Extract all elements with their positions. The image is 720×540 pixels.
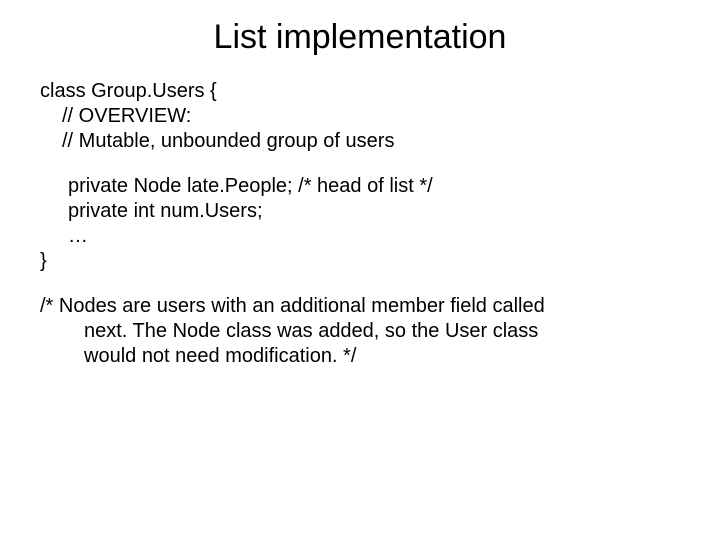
blank-line <box>40 154 680 174</box>
slide-title: List implementation <box>40 18 680 57</box>
comment-line: /* Nodes are users with an additional me… <box>40 294 680 319</box>
slide: List implementation class Group.Users { … <box>0 0 720 540</box>
code-line: private int num.Users; <box>40 199 680 224</box>
comment-line: next. The Node class was added, so the U… <box>40 319 680 344</box>
code-line: // Mutable, unbounded group of users <box>40 129 680 154</box>
code-line: // OVERVIEW: <box>40 104 680 129</box>
comment-block: /* Nodes are users with an additional me… <box>40 294 680 369</box>
code-line: } <box>40 249 680 274</box>
code-line: class Group.Users { <box>40 79 680 104</box>
slide-body: class Group.Users { // OVERVIEW: // Muta… <box>40 79 680 369</box>
comment-line: would not need modification. */ <box>40 344 680 369</box>
code-line: … <box>40 224 680 249</box>
code-line: private Node late.People; /* head of lis… <box>40 174 680 199</box>
code-block: class Group.Users { // OVERVIEW: // Muta… <box>40 79 680 274</box>
